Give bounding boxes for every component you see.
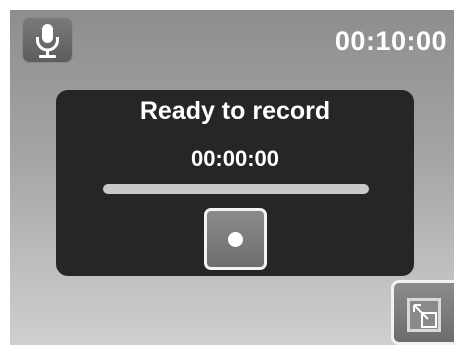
mode-button[interactable] (22, 17, 73, 63)
status-text: Ready to record (139, 97, 331, 125)
exit-arrow-icon (407, 298, 441, 332)
microphone-icon (36, 24, 59, 58)
time-remaining: 00:10:00 (334, 26, 447, 56)
record-dot-icon (228, 231, 243, 247)
elapsed-time: 00:00:00 (190, 146, 280, 171)
progress-bar (103, 184, 369, 194)
exit-button[interactable] (391, 280, 454, 345)
voice-recorder-screen: 00:10:00 Ready to record 00:00:00 (10, 10, 454, 345)
recorder-panel: Ready to record 00:00:00 (56, 90, 414, 276)
record-button[interactable] (204, 208, 267, 270)
